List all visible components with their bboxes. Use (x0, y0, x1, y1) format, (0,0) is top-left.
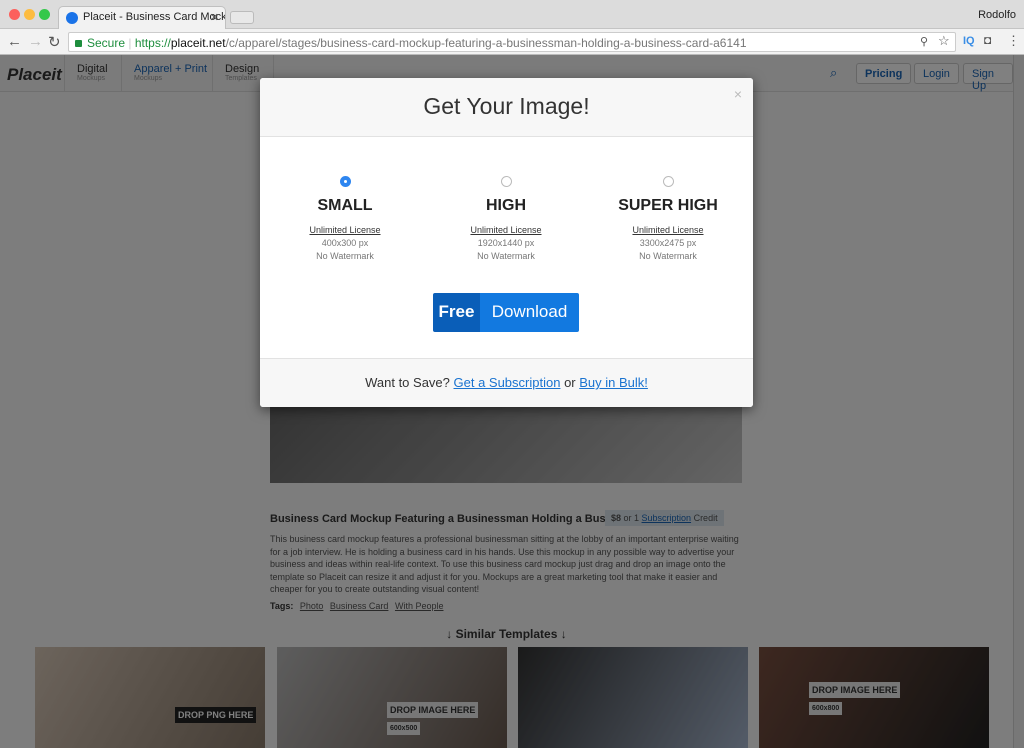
option-name: SMALL (317, 197, 373, 214)
modal-footer: Want to Save? Get a Subscription or Buy … (260, 358, 753, 407)
profile-name[interactable]: Rodolfo (978, 9, 1016, 21)
footer-or: or (560, 375, 580, 390)
thumb-size: 600x800 (809, 702, 843, 715)
option-size: 400x300 px (321, 238, 369, 248)
tag-link[interactable]: With People (395, 601, 444, 611)
size-option-high[interactable]: HIGH Unlimited License 1920x1440 px No Wate… (421, 176, 591, 261)
subscription-link[interactable]: Subscription (642, 513, 692, 523)
back-icon[interactable]: ← (7, 33, 22, 50)
radio-high[interactable] (500, 176, 512, 187)
size-option-small[interactable]: SMALL Unlimited License 400x300 px No Water… (260, 176, 430, 261)
price-badge: $8 or 1 Subscription Credit (605, 510, 724, 526)
product-title: Business Card Mockup Featuring a Busines… (270, 513, 662, 525)
price-credit: Credit (691, 513, 718, 523)
forward-icon[interactable]: → (28, 33, 43, 50)
close-tab-icon[interactable]: ✕ (210, 11, 219, 24)
option-name: SUPER HIGH (618, 197, 718, 214)
similar-template-thumb[interactable] (518, 647, 748, 748)
nav-sub: Mockups (77, 75, 106, 82)
signup-button[interactable]: Sign Up (963, 63, 1013, 92)
get-subscription-link[interactable]: Get a Subscription (454, 375, 561, 390)
nav-sub: Mockups (134, 75, 163, 82)
free-download-button[interactable]: Free Download (433, 293, 579, 332)
nav-digital[interactable]: Digital Mockups (64, 55, 122, 92)
lock-icon (75, 40, 82, 47)
nav-label: Design (225, 63, 260, 75)
license-link[interactable]: Unlimited License (583, 225, 753, 235)
url-input[interactable]: Secure | https://placeit.net/c/apparel/s… (68, 32, 956, 52)
extension-icon[interactable]: ⚲ (920, 35, 928, 48)
minimize-window-button[interactable] (24, 9, 35, 20)
login-button[interactable]: Login (914, 63, 959, 84)
thumb-size: 600x500 (387, 722, 421, 735)
url-host: placeit.net (170, 36, 226, 50)
similar-template-thumb[interactable]: DROP IMAGE HERE 600x500 (277, 647, 507, 748)
reload-icon[interactable]: ↻ (48, 33, 61, 51)
footer-text: Want to Save? (365, 375, 454, 390)
price-or: or 1 (621, 513, 642, 523)
zoom-window-button[interactable] (39, 9, 50, 20)
browser-tab[interactable]: Placeit - Business Card Mockup Featuring… (58, 6, 226, 29)
scrollbar[interactable] (1013, 55, 1024, 748)
get-image-modal: Get Your Image! × SMALL Unlimited License… (260, 78, 753, 407)
nav-label: Apparel + Print (134, 63, 208, 75)
license-link[interactable]: Unlimited License (421, 225, 591, 235)
option-size: 3300x2475 px (639, 238, 697, 248)
url-scheme: https:// (134, 36, 171, 50)
favicon-icon (66, 12, 78, 24)
similar-template-thumb[interactable]: DROP IMAGE HERE 600x800 (759, 647, 989, 748)
address-bar-row: ← → ↻ Secure | https://placeit.net/c/app… (0, 29, 1024, 55)
radio-super-high[interactable] (662, 176, 674, 187)
thumb-label: DROP IMAGE HERE (387, 702, 479, 718)
radio-small[interactable] (339, 176, 351, 187)
similar-template-thumb[interactable]: DROP PNG HERE (35, 647, 265, 748)
size-option-super-high[interactable]: SUPER HIGH Unlimited License 3300x2475 px N… (583, 176, 753, 261)
buy-in-bulk-link[interactable]: Buy in Bulk! (579, 375, 648, 390)
option-name: HIGH (486, 197, 526, 214)
thumb-label: DROP IMAGE HERE (809, 682, 901, 698)
thumb-label: DROP PNG HERE (175, 707, 257, 723)
nav-label: Digital (77, 63, 108, 75)
url-path: /c/apparel/stages/business-card-mockup-f… (225, 36, 747, 50)
pricing-button[interactable]: Pricing (856, 63, 912, 84)
price: $8 (611, 513, 622, 523)
similar-templates-heading: ↓ Similar Templates ↓ (446, 627, 567, 641)
option-watermark: No Watermark (477, 251, 535, 261)
nav-apparel-print[interactable]: Apparel + Print Mockups (121, 55, 213, 92)
option-watermark: No Watermark (639, 251, 697, 261)
menu-icon[interactable]: ⋮ (1007, 33, 1020, 49)
close-icon[interactable]: × (734, 86, 742, 102)
download-label: Download (480, 293, 579, 332)
new-tab-button[interactable] (230, 11, 254, 24)
modal-title: Get Your Image! (260, 78, 753, 137)
license-link[interactable]: Unlimited License (260, 225, 430, 235)
search-icon[interactable]: ⌕ (830, 65, 837, 81)
tags-label: Tags: (270, 601, 294, 611)
tab-title: Placeit - Business Card Mockup Featuring… (83, 11, 225, 23)
free-label: Free (433, 293, 480, 332)
tab-bar: Placeit - Business Card Mockup Featuring… (0, 0, 1024, 29)
close-window-button[interactable] (9, 9, 20, 20)
logo[interactable]: Placeit (7, 65, 62, 85)
camera-icon[interactable]: ◘ (984, 33, 991, 47)
bookmark-star-icon[interactable]: ☆ (938, 33, 950, 49)
tag-link[interactable]: Photo (300, 601, 324, 611)
option-watermark: No Watermark (316, 251, 374, 261)
tags: Tags: Photo Business Card With People (270, 601, 443, 611)
iq-extension-icon[interactable]: IQ (963, 35, 975, 47)
product-description: This business card mockup features a pro… (270, 534, 739, 594)
secure-label: Secure (87, 36, 126, 50)
tag-link[interactable]: Business Card (330, 601, 389, 611)
option-size: 1920x1440 px (477, 238, 535, 248)
